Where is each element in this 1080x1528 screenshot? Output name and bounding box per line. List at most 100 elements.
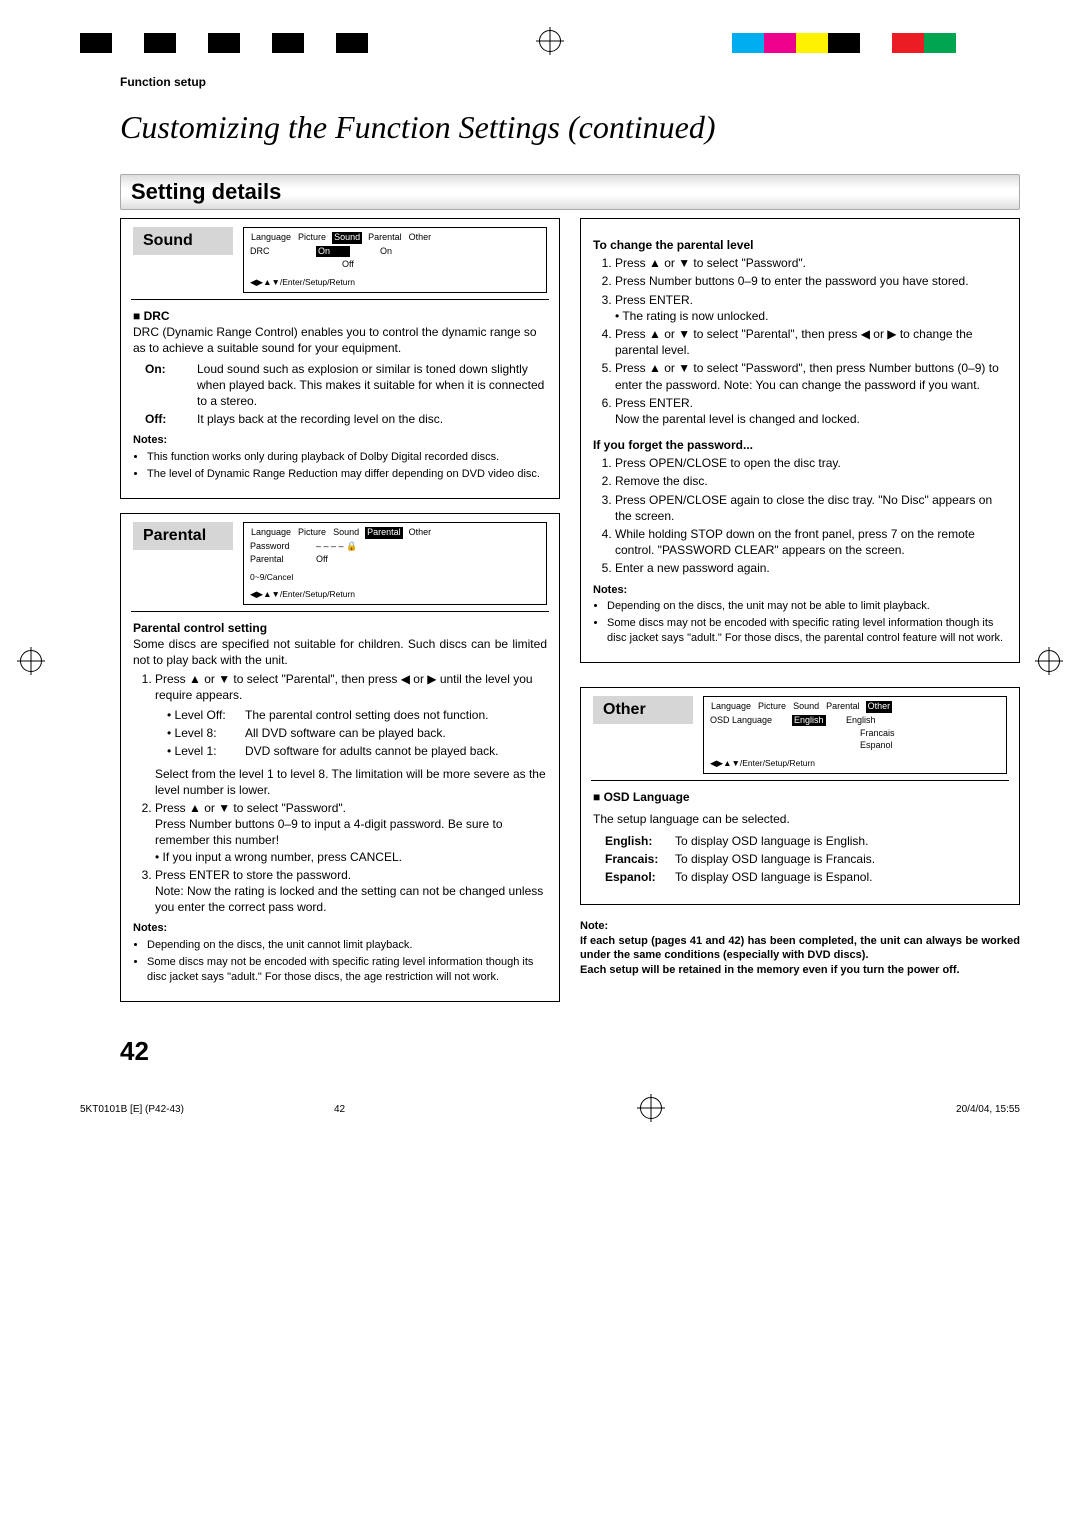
list-item: Press ENTER. Now the parental level is c…: [615, 395, 1007, 427]
page-number: 42: [120, 1036, 1020, 1067]
manual-page: Function setup Customizing the Function …: [0, 0, 1080, 1162]
osd-key: OSD Language: [710, 715, 782, 727]
notes-heading: Notes:: [593, 583, 1007, 598]
drc-on-label: On:: [145, 361, 191, 410]
level-text: All DVD software can be played back.: [245, 725, 547, 741]
level-label: • Level 8:: [167, 725, 239, 741]
note-item: Some discs may not be encoded with speci…: [607, 616, 1007, 646]
lang-text: To display OSD language is Francais.: [675, 851, 1007, 867]
lang-label: Francais:: [605, 851, 669, 867]
section-bar: Setting details: [120, 174, 1020, 210]
note-item: This function works only during playback…: [147, 450, 547, 465]
step-text: Press Number buttons 0–9 to input a 4-di…: [155, 817, 503, 847]
parental-panel: Parental Language Picture Sound Parental…: [120, 513, 560, 1002]
note-body: If each setup (pages 41 and 42) has been…: [580, 934, 1020, 979]
step-text: Note: Now the rating is locked and the s…: [155, 884, 543, 914]
lang-text: To display OSD language is Espanol.: [675, 869, 1007, 885]
list-item: Press OPEN/CLOSE again to close the disc…: [615, 492, 1007, 524]
list-item: Press ▲ or ▼ to select "Password".: [615, 255, 1007, 271]
osd-tab-selected: Other: [866, 701, 893, 713]
osd-option: On: [380, 246, 392, 258]
osd-key: DRC: [250, 246, 306, 258]
sound-notes: This function works only during playback…: [133, 450, 547, 482]
list-item: Press ▲ or ▼ to select "Password", then …: [615, 360, 1007, 392]
osd-tab: Language: [710, 701, 752, 713]
osd-tab: Picture: [297, 527, 327, 539]
step-text: Press ▲ or ▼ to select "Password".: [155, 801, 346, 815]
crop-mark-top: [372, 30, 728, 55]
osd-value: Off: [316, 554, 346, 566]
drc-body: DRC (Dynamic Range Control) enables you …: [133, 324, 547, 356]
lang-label: Espanol:: [605, 869, 669, 885]
osd-tab: Picture: [297, 232, 327, 244]
step-text: Select from the level 1 to level 8. The …: [155, 767, 546, 797]
osd-tab: Language: [250, 232, 292, 244]
osd-tab: Picture: [757, 701, 787, 713]
parental-notes: Depending on the discs, the unit cannot …: [133, 938, 547, 985]
list-item: While holding STOP down on the front pan…: [615, 526, 1007, 558]
list-item: Press ▲ or ▼ to select "Parental", then …: [155, 671, 547, 798]
note-item: The level of Dynamic Range Reduction may…: [147, 467, 547, 482]
crop-mark-bottom: [375, 1097, 926, 1122]
other-title: Other: [593, 696, 693, 724]
parental-control-body: Some discs are specified not suitable fo…: [133, 636, 547, 668]
swatches-right: [732, 33, 1020, 53]
osd-nav-hint: ◀▶▲▼/Enter/Setup/Return: [710, 758, 1000, 769]
osd-tab: Other: [408, 232, 433, 244]
note-item: Depending on the discs, the unit cannot …: [147, 938, 547, 953]
level-text: DVD software for adults cannot be played…: [245, 743, 547, 759]
change-level-heading: To change the parental level: [593, 237, 1007, 253]
drc-heading: DRC: [133, 308, 547, 324]
crop-mark-right: [1038, 650, 1060, 672]
header-label: Function setup: [120, 75, 1020, 89]
note-heading: Note:: [580, 919, 1020, 934]
osd-key: Parental: [250, 554, 306, 566]
level-label: • Level Off:: [167, 707, 239, 723]
parental-steps: Press ▲ or ▼ to select "Parental", then …: [133, 671, 547, 916]
left-column: Sound Language Picture Sound Parental Ot…: [120, 218, 560, 1016]
parental-title: Parental: [133, 522, 233, 550]
forget-notes: Depending on the discs, the unit may not…: [593, 599, 1007, 646]
forget-steps: Press OPEN/CLOSE to open the disc tray. …: [593, 455, 1007, 576]
step-text: • If you input a wrong number, press CAN…: [155, 850, 402, 864]
osd-tab: Other: [408, 527, 433, 539]
other-panel: Other Language Picture Sound Parental Ot…: [580, 677, 1020, 990]
notes-heading: Notes:: [133, 921, 547, 936]
osd-nav-hint: ◀▶▲▼/Enter/Setup/Return: [250, 589, 540, 600]
drc-off-text: It plays back at the recording level on …: [197, 411, 547, 427]
osd-option: Francais: [860, 728, 895, 738]
footer-mid: 42: [334, 1104, 345, 1115]
sound-panel: Sound Language Picture Sound Parental Ot…: [120, 218, 560, 499]
osd-tab-selected: Parental: [365, 527, 403, 539]
forget-heading: If you forget the password...: [593, 437, 1007, 453]
right-column: To change the parental level Press ▲ or …: [580, 218, 1020, 1016]
footer-right: 20/4/04, 15:55: [956, 1104, 1020, 1115]
page-title: Customizing the Function Settings (conti…: [120, 109, 1020, 146]
change-level-steps: Press ▲ or ▼ to select "Password". Press…: [593, 255, 1007, 427]
list-item: Press ENTER. • The rating is now unlocke…: [615, 292, 1007, 324]
osd-value: – – – – 🔒: [316, 541, 357, 553]
osd-option: Off: [342, 259, 354, 269]
lang-text: To display OSD language is English.: [675, 833, 1007, 849]
osd-tab: Language: [250, 527, 292, 539]
two-column-layout: Sound Language Picture Sound Parental Ot…: [120, 218, 1020, 1016]
parental-control-heading: Parental control setting: [133, 620, 547, 636]
osd-option: English: [846, 715, 876, 727]
parental-osd: Language Picture Sound Parental Other Pa…: [243, 522, 547, 605]
list-item: Remove the disc.: [615, 473, 1007, 489]
level-label: • Level 1:: [167, 743, 239, 759]
list-item: Press ▲ or ▼ to select "Parental", then …: [615, 326, 1007, 358]
list-item: Press ▲ or ▼ to select "Password". Press…: [155, 800, 547, 865]
drc-on-text: Loud sound such as explosion or similar …: [197, 361, 547, 410]
footer-line: 5KT0101B [E] (P42-43) 42 20/4/04, 15:55: [80, 1097, 1020, 1122]
osd-tab: Sound: [792, 701, 820, 713]
step-text: Press ENTER to store the password.: [155, 868, 351, 882]
list-item: Enter a new password again.: [615, 560, 1007, 576]
osd-tab: Parental: [367, 232, 403, 244]
notes-heading: Notes:: [133, 433, 547, 448]
osd-language-body: The setup language can be selected.: [593, 811, 1007, 827]
registration-row: [80, 30, 1020, 55]
note-item: Depending on the discs, the unit may not…: [607, 599, 1007, 614]
crop-mark-left: [20, 650, 42, 672]
osd-value: English: [792, 715, 826, 727]
